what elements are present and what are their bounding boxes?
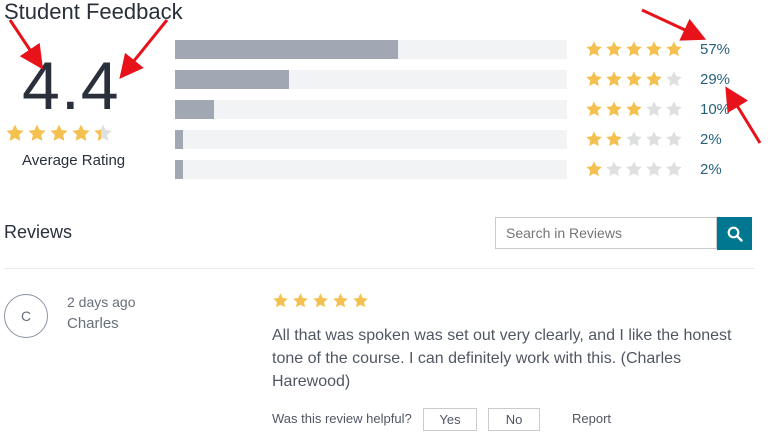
review-time: 2 days ago (67, 294, 136, 310)
page-title: Student Feedback (4, 0, 183, 24)
star-empty-icon (625, 130, 643, 148)
red-arrow-icon (725, 86, 762, 144)
star-filled-icon (5, 123, 25, 143)
star-filled-icon (625, 70, 643, 88)
star-filled-icon (49, 123, 69, 143)
search-reviews-input[interactable] (495, 217, 717, 249)
rating-bar-fill (175, 100, 215, 119)
avatar: C (4, 294, 48, 338)
star-filled-icon (585, 100, 603, 118)
search-button[interactable] (717, 217, 752, 250)
star-filled-icon (605, 70, 623, 88)
review-stars (272, 292, 369, 309)
star-half-icon (93, 123, 113, 143)
red-arrow-icon (119, 19, 169, 80)
rating-bar-fill (175, 70, 289, 89)
search-icon (727, 226, 743, 242)
star-filled-icon (27, 123, 47, 143)
rating-bar-1-star[interactable] (175, 160, 567, 179)
star-filled-icon (292, 292, 309, 309)
rating-percent-link[interactable]: 2% (700, 161, 722, 178)
star-filled-icon (585, 40, 603, 58)
average-rating-label: Average Rating (22, 152, 126, 169)
rating-row-stars (585, 100, 683, 118)
no-label: No (505, 412, 523, 427)
star-filled-icon (312, 292, 329, 309)
star-empty-icon (665, 130, 683, 148)
average-rating-value: 4.4 (22, 48, 120, 124)
rating-percent-link[interactable]: 2% (700, 131, 722, 148)
star-empty-icon (645, 100, 663, 118)
star-filled-icon (605, 130, 623, 148)
rating-bar-fill (175, 130, 183, 149)
star-filled-icon (605, 40, 623, 58)
rating-bar-3-star[interactable] (175, 100, 567, 119)
star-empty-icon (625, 160, 643, 178)
rating-bar-fill (175, 40, 399, 59)
reviews-title: Reviews (4, 222, 73, 242)
rating-bar-5-star[interactable] (175, 40, 567, 59)
yes-label: Yes (439, 412, 461, 427)
rating-bar-4-star[interactable] (175, 70, 567, 89)
star-filled-icon (585, 130, 603, 148)
star-filled-icon (645, 70, 663, 88)
rating-row-stars (585, 130, 683, 148)
rating-percent-link[interactable]: 57% (700, 41, 730, 58)
star-filled-icon (665, 40, 683, 58)
rating-percent-link[interactable]: 10% (700, 101, 730, 118)
star-filled-icon (625, 100, 643, 118)
report-link[interactable]: Report (572, 411, 611, 426)
star-empty-icon (645, 160, 663, 178)
star-filled-icon (645, 40, 663, 58)
star-filled-icon (585, 160, 603, 178)
avatar-initial: C (20, 308, 32, 324)
star-empty-icon (665, 70, 683, 88)
review-text: All that was spoken was set out very cle… (272, 327, 732, 390)
star-filled-icon (272, 292, 289, 309)
rating-percent-link[interactable]: 29% (700, 71, 730, 88)
rating-bar-fill (175, 160, 183, 179)
star-filled-icon (332, 292, 349, 309)
star-empty-icon (645, 130, 663, 148)
star-filled-icon (625, 40, 643, 58)
star-filled-icon (352, 292, 369, 309)
helpful-question: Was this review helpful? (272, 411, 412, 426)
divider (4, 268, 754, 269)
rating-row-stars (585, 160, 683, 178)
star-empty-icon (665, 100, 683, 118)
average-rating-stars (5, 123, 113, 143)
rating-row-stars (585, 70, 683, 88)
helpful-no-button[interactable]: No (488, 408, 540, 431)
star-empty-icon (665, 160, 683, 178)
star-filled-icon (71, 123, 91, 143)
rating-bar-2-star[interactable] (175, 130, 567, 149)
star-empty-icon (605, 160, 623, 178)
reviewer-name: Charles (67, 315, 119, 332)
red-arrow-icon (641, 8, 707, 41)
star-filled-icon (605, 100, 623, 118)
rating-row-stars (585, 40, 683, 58)
helpful-yes-button[interactable]: Yes (423, 408, 477, 431)
star-filled-icon (585, 70, 603, 88)
